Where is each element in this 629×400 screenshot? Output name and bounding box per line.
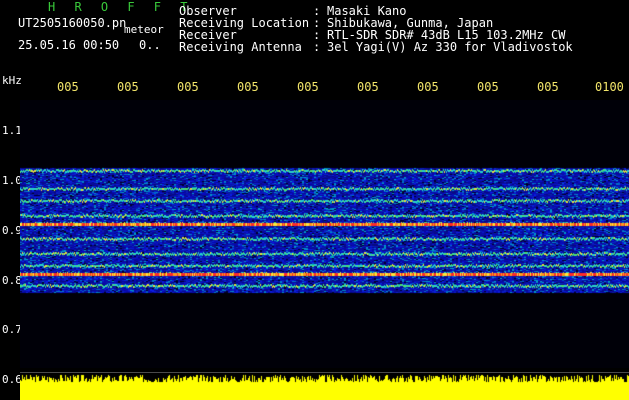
y-tick-label: 1.0 — [2, 174, 22, 187]
x-tick-label: 0100 — [595, 80, 624, 94]
x-tick-label: 005 — [297, 80, 319, 94]
antenna-value: 3el Yagi(V) Az 330 for Vladivostok — [327, 40, 573, 54]
x-tick-label: 005 — [537, 80, 559, 94]
file-name: UT2505160050.pn — [18, 16, 127, 30]
x-tick-label: 005 — [237, 80, 259, 94]
x-tick-label: 005 — [477, 80, 499, 94]
y-tick-label: 0.9 — [2, 224, 22, 237]
signal-level-bar — [20, 373, 629, 400]
timestamp-suffix: 0.. — [139, 38, 161, 52]
x-tick-label: 005 — [57, 80, 79, 94]
brand-title: H R O F F T — [48, 0, 194, 14]
y-tick-label: 0.8 — [2, 274, 22, 287]
frequency-unit-label: kHz — [2, 74, 22, 87]
antenna-separator: : — [313, 40, 321, 54]
x-tick-label: 005 — [177, 80, 199, 94]
spectrogram — [20, 100, 629, 368]
y-tick-label: 0.7 — [2, 323, 22, 336]
y-tick-label: 0.6 — [2, 373, 22, 386]
file-type-label: meteor — [124, 23, 164, 36]
antenna-label: Receiving Antenna — [179, 40, 302, 54]
x-tick-label: 005 — [417, 80, 439, 94]
y-tick-label: 1.1 — [2, 124, 22, 137]
timestamp: 25.05.16 00:50 — [18, 38, 120, 52]
x-tick-label: 005 — [117, 80, 139, 94]
x-tick-label: 005 — [357, 80, 379, 94]
